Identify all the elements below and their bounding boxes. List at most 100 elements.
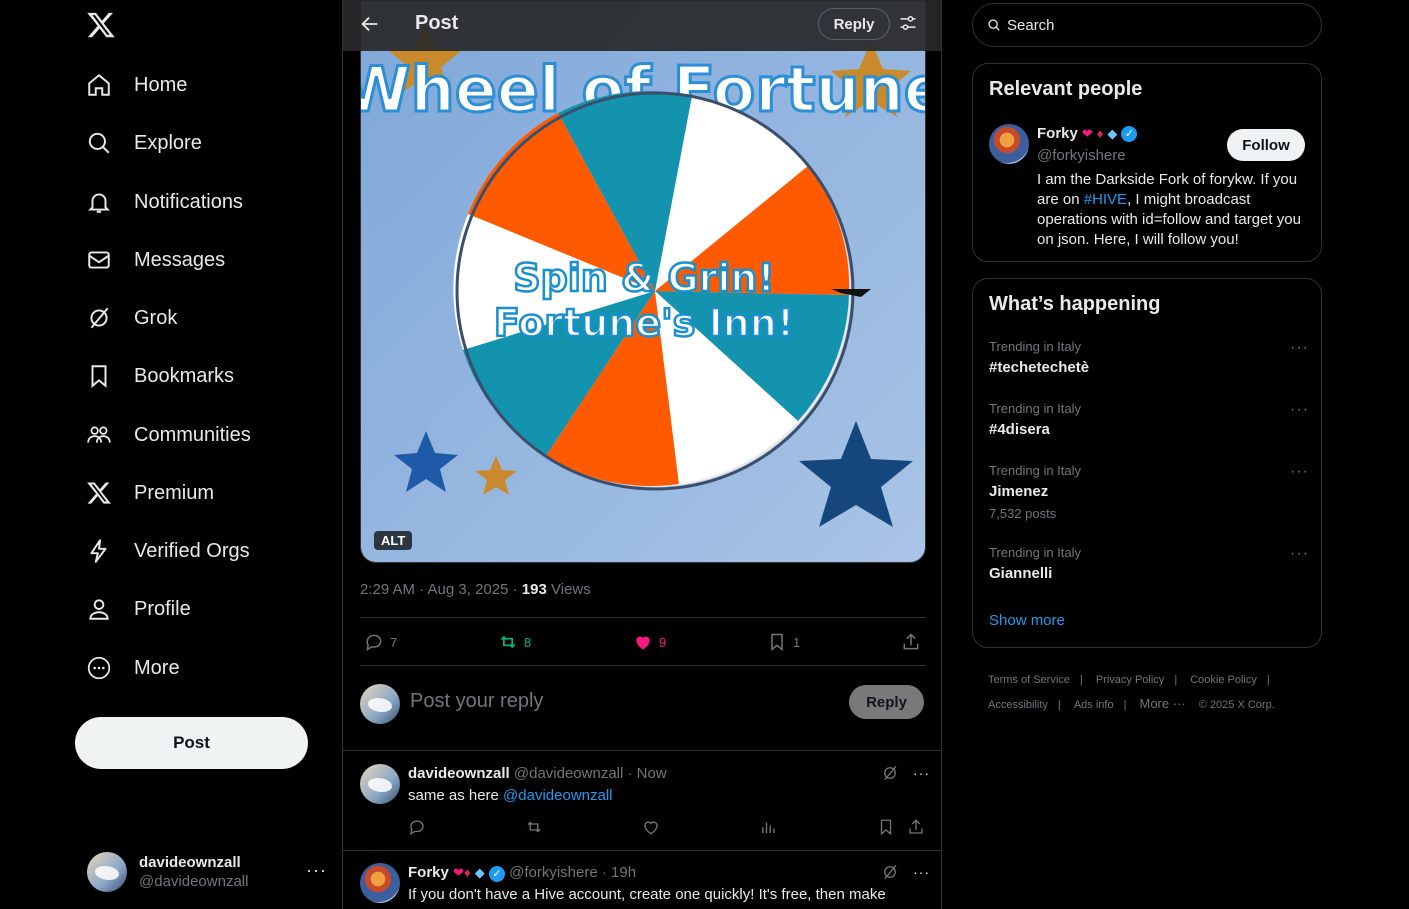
trend-item[interactable]: Trending in Italy #techetechetè ···	[989, 339, 1309, 376]
repost-icon[interactable]	[525, 818, 543, 836]
post-image[interactable]: Wheel of Fortune Spin & Grin! Fortune's …	[360, 0, 926, 563]
nav-communities[interactable]: Communities	[86, 413, 251, 457]
reply-corner: ···	[881, 863, 930, 881]
reply-handle: @davideownzall · Now	[513, 765, 667, 782]
search-input[interactable]: Search	[1007, 17, 1055, 34]
reply-submit-button[interactable]: Reply	[849, 685, 924, 719]
footer-link[interactable]: More ···	[1140, 696, 1186, 711]
nav-messages[interactable]: Messages	[86, 238, 225, 282]
gem-icon: ◆	[474, 865, 485, 880]
x-logo-icon[interactable]	[86, 10, 116, 40]
alt-badge[interactable]: ALT	[374, 531, 413, 550]
more-icon[interactable]: ···	[1290, 463, 1309, 481]
like-action[interactable]: 9	[633, 632, 666, 652]
avatar[interactable]	[360, 863, 400, 903]
views-count: 193	[521, 581, 547, 598]
nav-more[interactable]: More	[86, 646, 180, 690]
trend-tag: Giannelli	[989, 565, 1053, 582]
nav-home[interactable]: Home	[86, 63, 187, 107]
repost-action[interactable]: 8	[498, 632, 531, 652]
main-column: Wheel of Fortune Spin & Grin! Fortune's …	[342, 0, 942, 909]
trend-item[interactable]: Trending in Italy Jimenez 7,532 posts ··…	[989, 463, 1309, 521]
post-meta: 2:29 AM · Aug 3, 2025 · 193 Views	[360, 581, 591, 598]
nav-label: Grok	[134, 306, 178, 329]
reply-input[interactable]: Post your reply	[410, 690, 543, 713]
post-button[interactable]: Post	[75, 717, 308, 769]
heart-emoji-icon: ❤	[453, 865, 464, 880]
footer-link[interactable]: Privacy Policy	[1096, 674, 1164, 686]
like-count: 9	[659, 634, 667, 650]
search-box[interactable]: Search	[972, 3, 1322, 47]
views-label: Views	[546, 581, 591, 598]
more-icon[interactable]: ···	[306, 860, 327, 881]
nav-premium[interactable]: Premium	[86, 471, 214, 515]
nav-label: Home	[134, 73, 188, 96]
reply-actions	[408, 818, 928, 838]
reply-icon	[366, 634, 382, 652]
reply-item[interactable]: davideownzall @davideownzall · Now same …	[343, 764, 941, 850]
nav-bookmarks[interactable]: Bookmarks	[86, 354, 234, 398]
sliders-icon[interactable]	[898, 13, 918, 33]
follow-button[interactable]: Follow	[1227, 129, 1305, 161]
wheel-center-line1: Spin & Grin!	[513, 256, 775, 300]
nav-label: Explore	[134, 131, 202, 154]
views-icon[interactable]	[759, 818, 777, 836]
account-switcher[interactable]: davideownzall @davideownzall ···	[87, 850, 327, 894]
trend-tag: Jimenez	[989, 483, 1049, 500]
avatar[interactable]	[360, 764, 400, 804]
trend-item[interactable]: Trending in Italy #4disera ···	[989, 401, 1309, 438]
nav-grok[interactable]: Grok	[86, 296, 177, 340]
reply-top-button[interactable]: Reply	[818, 8, 890, 40]
reply-icon[interactable]	[408, 818, 426, 836]
mail-icon	[88, 251, 110, 269]
left-sidebar: Home Explore Notifications Messages Grok…	[0, 0, 342, 909]
mention-link[interactable]: @davideownzall	[503, 787, 612, 804]
diamond-red-icon: ♦	[1096, 126, 1104, 141]
more-icon[interactable]: ···	[913, 765, 930, 781]
account-name: davideownzall	[139, 854, 241, 871]
post-time[interactable]: 2:29 AM · Aug 3, 2025 ·	[360, 581, 522, 598]
bookmark-icon[interactable]	[877, 818, 895, 836]
more-icon[interactable]: ···	[1290, 339, 1309, 357]
lightning-icon	[90, 539, 107, 563]
trend-item[interactable]: Trending in Italy Giannelli ···	[989, 545, 1309, 582]
nav-profile[interactable]: Profile	[86, 587, 191, 631]
trend-posts: 7,532 posts	[989, 506, 1057, 521]
trend-context: Trending in Italy	[989, 401, 1082, 416]
reply-author[interactable]: davideownzall	[408, 765, 510, 782]
x-logo-icon	[87, 482, 111, 504]
reply-count: 7	[390, 634, 398, 650]
reply-action[interactable]: 7	[364, 632, 397, 652]
more-icon[interactable]: ···	[1290, 545, 1309, 563]
avatar[interactable]	[989, 124, 1029, 164]
search-icon	[88, 132, 110, 154]
relevant-people-card: Relevant people Forky ❤ ♦ ◆ ✓ @forkyishe…	[972, 63, 1322, 262]
heart-icon[interactable]	[642, 818, 660, 836]
grok-icon[interactable]	[881, 863, 899, 881]
share-icon[interactable]	[907, 818, 925, 836]
footer-link[interactable]: Terms of Service	[988, 674, 1070, 686]
person-icon	[89, 599, 109, 620]
person-name[interactable]: Forky ❤ ♦ ◆ ✓	[1037, 125, 1138, 142]
more-icon[interactable]: ···	[1290, 401, 1309, 419]
card-title: Relevant people	[989, 78, 1143, 100]
reply-item[interactable]: Forky ❤♦ ◆ ✓ @forkyishere · 19h If you d…	[343, 863, 941, 909]
reply-author[interactable]: Forky	[408, 864, 449, 881]
footer-link[interactable]: Cookie Policy	[1190, 674, 1257, 686]
back-arrow-icon[interactable]	[359, 13, 381, 35]
nav-verified-orgs[interactable]: Verified Orgs	[86, 529, 250, 573]
grok-icon[interactable]	[881, 764, 899, 782]
nav-explore[interactable]: Explore	[86, 121, 202, 165]
show-more-link[interactable]: Show more	[989, 612, 1065, 629]
share-icon	[903, 633, 919, 650]
trend-context: Trending in Italy	[989, 545, 1082, 560]
footer-link[interactable]: Ads info	[1074, 699, 1114, 711]
more-icon[interactable]: ···	[913, 864, 930, 880]
person-handle[interactable]: @forkyishere	[1037, 147, 1126, 164]
share-action[interactable]	[901, 632, 921, 652]
bookmark-action[interactable]: 1	[767, 632, 800, 652]
hashtag-link[interactable]: #HIVE	[1084, 191, 1127, 208]
nav-notifications[interactable]: Notifications	[86, 180, 243, 224]
footer-link[interactable]: Accessibility	[988, 699, 1048, 711]
verified-badge-icon: ✓	[1121, 125, 1138, 142]
